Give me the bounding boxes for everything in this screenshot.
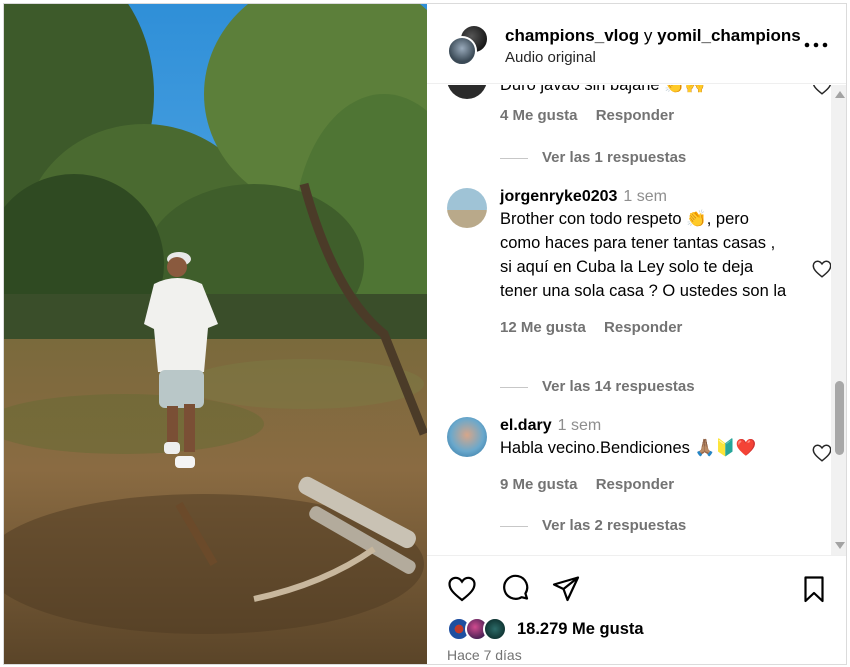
bookmark-icon[interactable] [799, 574, 829, 604]
reply-button[interactable]: Responder [604, 319, 682, 336]
avatar-yomil-champions[interactable] [447, 36, 477, 66]
comment-meta: 4 Me gusta Responder [500, 107, 790, 124]
scrollbar-thumb[interactable] [835, 381, 844, 455]
post-details-panel: champions_vlog y yomil_champions Audio o… [427, 4, 846, 664]
comment-text: Duro javao sin bajarle 👏🙌 [500, 85, 706, 94]
view-replies-label: Ver las 2 respuestas [542, 517, 687, 534]
comment-header: jorgenryke0203 1 sem [500, 188, 790, 206]
owners-avatar-stack[interactable] [447, 24, 491, 68]
comment-heart-icon[interactable] [811, 258, 833, 280]
more-horizontal-icon[interactable] [801, 30, 831, 60]
post-actions: 18.279 Me gusta Hace 7 días [427, 555, 846, 664]
scroll-down-arrow-icon[interactable] [835, 542, 845, 549]
reply-button[interactable]: Responder [596, 476, 674, 493]
owner-primary-link[interactable]: champions_vlog [505, 26, 639, 45]
comment-text: Habla vecino.Bendiciones 🙏🏽🔰❤️ [500, 439, 757, 457]
post-header: champions_vlog y yomil_champions Audio o… [427, 4, 846, 84]
video-frame-image [4, 4, 427, 664]
view-replies-button[interactable]: Ver las 2 respuestas [500, 517, 686, 534]
replies-divider [500, 157, 528, 159]
post-timestamp[interactable]: Hace 7 días [447, 647, 522, 663]
comment-body: el.dary 1 sem Habla vecino.Bendiciones 🙏🏽… [500, 417, 790, 493]
replies-divider [500, 386, 528, 388]
commenter-avatar[interactable] [447, 417, 487, 457]
comment-heart-icon[interactable] [811, 442, 833, 464]
comment-body: Duro javao sin bajarle 👏🙌 4 Me gusta Res… [500, 85, 790, 124]
commenter-username[interactable]: el.dary [500, 417, 552, 434]
comment-likes[interactable]: 4 Me gusta [500, 107, 578, 124]
comment-likes[interactable]: 9 Me gusta [500, 476, 578, 493]
post-modal: champions_vlog y yomil_champions Audio o… [3, 3, 847, 665]
comment-text: Brother con todo respeto 👏, pero como ha… [500, 210, 787, 300]
comment-heart-icon[interactable] [811, 85, 833, 97]
liker-avatar[interactable] [483, 617, 507, 641]
scroll-up-arrow-icon[interactable] [835, 91, 845, 98]
heart-icon[interactable] [447, 574, 477, 604]
comments-scrollbar[interactable] [831, 85, 846, 555]
commenter-username[interactable]: jorgenryke0203 [500, 188, 617, 205]
comment-icon[interactable] [501, 574, 531, 604]
owner-secondary-link[interactable]: yomil_champions [657, 26, 801, 45]
view-replies-button[interactable]: Ver las 1 respuestas [500, 149, 686, 166]
likes-count[interactable]: 18.279 Me gusta [517, 620, 644, 639]
commenter-avatar[interactable] [447, 188, 487, 228]
comments-list: Duro javao sin bajarle 👏🙌 4 Me gusta Res… [427, 85, 846, 555]
comment-body: jorgenryke0203 1 sem Brother con todo res… [500, 188, 790, 336]
share-icon[interactable] [551, 574, 581, 604]
view-replies-label: Ver las 1 respuestas [542, 149, 687, 166]
owner-connector: y [643, 26, 653, 45]
replies-divider [500, 525, 528, 527]
comment-meta: 12 Me gusta Responder [500, 319, 790, 336]
view-replies-label: Ver las 14 respuestas [542, 378, 695, 395]
likers-avatars[interactable] [447, 617, 513, 643]
comment-header: el.dary 1 sem [500, 417, 790, 435]
comment-time[interactable]: 1 sem [558, 417, 602, 434]
comment-meta: 9 Me gusta Responder [500, 476, 790, 493]
comment-likes[interactable]: 12 Me gusta [500, 319, 586, 336]
post-video[interactable] [4, 4, 427, 664]
comment-time[interactable]: 1 sem [623, 188, 667, 205]
commenter-avatar[interactable] [447, 85, 487, 99]
post-owners: champions_vlog y yomil_champions [505, 26, 801, 46]
reply-button[interactable]: Responder [596, 107, 674, 124]
audio-link[interactable]: Audio original [505, 49, 596, 66]
view-replies-button[interactable]: Ver las 14 respuestas [500, 378, 695, 395]
